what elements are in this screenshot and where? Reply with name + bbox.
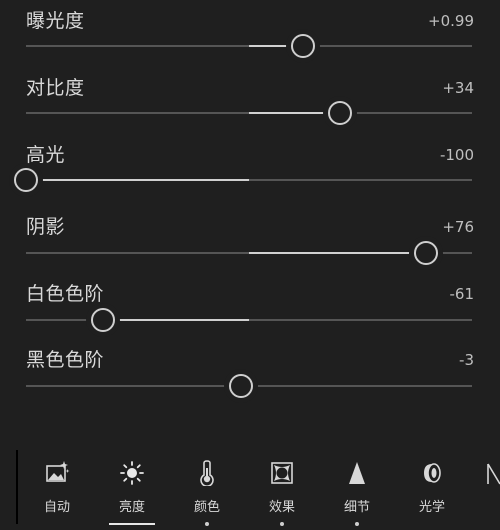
nav-item-auto[interactable]: 自动: [22, 460, 92, 526]
optics-icon: [424, 463, 441, 483]
adjustment-shadows: 阴影 +76: [0, 216, 500, 278]
detail-icon: [349, 462, 365, 484]
slider-thumb[interactable]: [291, 34, 316, 58]
nav-label: 光学: [418, 500, 445, 515]
nav-item-light[interactable]: 亮度: [97, 460, 167, 526]
slider-fill: [26, 179, 249, 181]
nav-label: 效果: [268, 500, 295, 515]
adjustment-label: 曝光度: [26, 10, 85, 32]
adjustment-label: 白色色阶: [26, 283, 105, 305]
nav-item-effects[interactable]: 效果: [247, 460, 317, 526]
geometry-icon: [487, 463, 500, 485]
nav-item-detail[interactable]: 细节: [322, 460, 392, 526]
whites-slider[interactable]: [26, 308, 472, 332]
adjustment-value[interactable]: -61: [450, 285, 475, 303]
slider-thumb[interactable]: [14, 168, 38, 192]
modified-dot: [280, 522, 284, 526]
blacks-slider[interactable]: [26, 374, 472, 398]
slider-thumb[interactable]: [228, 374, 253, 398]
adjustment-label: 对比度: [26, 77, 85, 99]
adjustment-value[interactable]: -100: [440, 146, 474, 164]
selected-indicator: [109, 523, 155, 525]
nav-item-color[interactable]: 颜色: [172, 460, 242, 526]
adjustment-label: 黑色色阶: [26, 349, 105, 371]
slider-thumb[interactable]: [414, 241, 439, 265]
adjustment-exposure: 曝光度 +0.99: [0, 10, 500, 72]
adjustment-value[interactable]: +0.99: [428, 12, 474, 30]
contrast-slider[interactable]: [26, 101, 472, 125]
nav-label: 自动: [43, 500, 70, 515]
shadows-slider[interactable]: [26, 241, 472, 265]
nav-label: 细节: [343, 500, 370, 515]
nav-item-optics[interactable]: 光学: [397, 460, 467, 526]
auto-icon: [46, 461, 70, 482]
nav-label: 亮度: [118, 500, 145, 515]
adjustment-blacks: 黑色色阶 -3: [0, 349, 500, 411]
color-icon: [200, 460, 214, 486]
adjustment-label: 阴影: [26, 216, 66, 238]
slider-thumb[interactable]: [91, 308, 116, 332]
adjustment-whites: 白色色阶 -61: [0, 283, 500, 345]
slider-fill: [249, 252, 427, 254]
slider-thumb[interactable]: [328, 101, 353, 125]
light-icon: [120, 461, 144, 485]
slider-fill: [103, 319, 249, 321]
adjustment-contrast: 对比度 +34: [0, 77, 500, 139]
modified-dot: [205, 522, 209, 526]
nav-divider: [16, 450, 18, 524]
modified-dot: [355, 522, 359, 526]
adjustment-highlights: 高光 -100: [0, 144, 500, 206]
adjustment-value[interactable]: -3: [459, 351, 474, 369]
nav-label: 颜色: [193, 500, 220, 515]
light-adjustments-panel: 曝光度 +0.99 对比度 +34 高光 -100 阴影 +76 白色色阶 -6…: [0, 0, 500, 440]
adjustment-label: 高光: [26, 144, 66, 166]
effects-icon: [271, 462, 293, 484]
nav-item-more-partial[interactable]: [482, 460, 500, 526]
slider-fill: [249, 112, 341, 114]
adjustment-value[interactable]: +34: [442, 79, 474, 97]
edit-category-nav: 自动 亮度 颜色 效果 细节 光学: [0, 448, 500, 530]
adjustment-value[interactable]: +76: [442, 218, 474, 236]
exposure-slider[interactable]: [26, 34, 472, 58]
highlights-slider[interactable]: [14, 168, 472, 192]
